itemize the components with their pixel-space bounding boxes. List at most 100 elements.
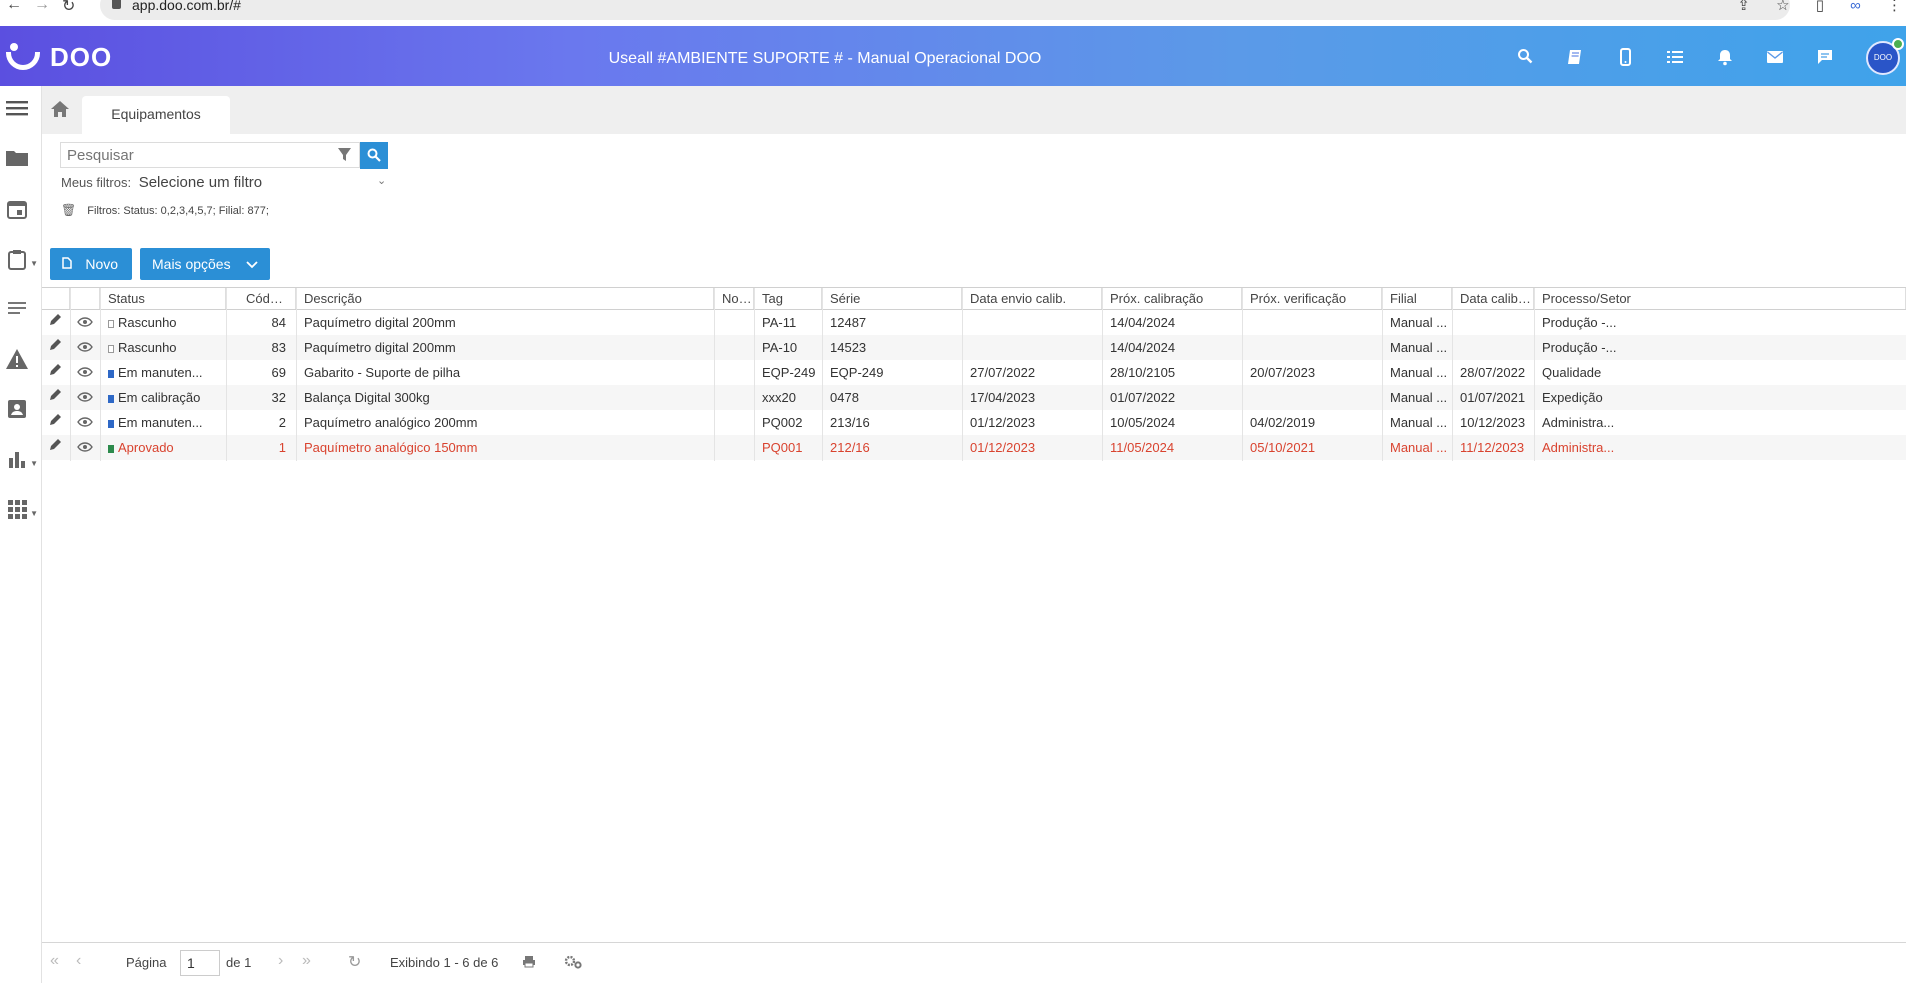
search-icon[interactable] bbox=[1516, 48, 1534, 66]
tab-bar: Equipamentos bbox=[42, 86, 1906, 134]
notes-icon[interactable] bbox=[4, 298, 30, 322]
lock-icon bbox=[112, 0, 121, 9]
address-bar[interactable] bbox=[100, 0, 1790, 20]
cell-serie: 0478 bbox=[822, 385, 962, 410]
edit-icon[interactable] bbox=[42, 385, 70, 410]
contact-card-icon[interactable] bbox=[4, 398, 30, 422]
edit-icon[interactable] bbox=[42, 335, 70, 360]
header-filial[interactable]: Filial bbox=[1382, 288, 1452, 309]
more-options-button[interactable]: Mais opções bbox=[140, 248, 270, 280]
refresh-icon[interactable]: ↻ bbox=[348, 952, 361, 972]
header-prox-calibracao[interactable]: Próx. calibração bbox=[1102, 288, 1242, 309]
star-icon[interactable]: ☆ bbox=[1776, 0, 1789, 14]
cell-status: Em manuten... bbox=[100, 360, 226, 385]
header-data-calibracao[interactable]: Data calibração bbox=[1452, 288, 1534, 309]
eye-icon[interactable] bbox=[70, 360, 100, 385]
filter-icon[interactable] bbox=[337, 147, 353, 163]
cell-envio bbox=[962, 310, 1102, 335]
header-descricao[interactable]: Descrição bbox=[296, 288, 714, 309]
header-prox-verificacao[interactable]: Próx. verificação bbox=[1242, 288, 1382, 309]
page-input[interactable]: 1 bbox=[180, 950, 220, 976]
edit-icon[interactable] bbox=[42, 435, 70, 460]
header-serie[interactable]: Série bbox=[822, 288, 962, 309]
trash-icon[interactable]: 🗑 bbox=[61, 203, 76, 217]
table-row[interactable]: Rascunho83Paquímetro digital 200mmPA-101… bbox=[42, 335, 1906, 360]
column-divider bbox=[714, 288, 715, 461]
last-page-icon[interactable]: » bbox=[302, 952, 311, 970]
bell-icon[interactable] bbox=[1716, 48, 1734, 66]
forward-icon[interactable]: → bbox=[34, 0, 50, 14]
search-button[interactable] bbox=[360, 142, 388, 169]
table-row[interactable]: Aprovado1Paquímetro analógico 150mmPQ001… bbox=[42, 435, 1906, 460]
cell-filial: Manual ... bbox=[1382, 410, 1452, 435]
kebab-menu-icon[interactable]: ⋮ bbox=[1887, 0, 1902, 14]
mail-icon[interactable] bbox=[1766, 48, 1784, 66]
cell-status: Rascunho bbox=[100, 310, 226, 335]
clipboard-icon[interactable]: ▼ bbox=[4, 248, 30, 272]
table-row[interactable]: Rascunho84Paquímetro digital 200mmPA-111… bbox=[42, 310, 1906, 335]
cell-serie: 212/16 bbox=[822, 435, 962, 460]
back-icon[interactable]: ← bbox=[6, 0, 22, 14]
header-data-envio[interactable]: Data envio calib. bbox=[962, 288, 1102, 309]
eye-icon[interactable] bbox=[70, 435, 100, 460]
next-page-icon[interactable]: › bbox=[278, 952, 283, 970]
table-row[interactable]: Em manuten...69Gabarito - Suporte de pil… bbox=[42, 360, 1906, 385]
edit-icon[interactable] bbox=[42, 310, 70, 335]
chart-icon[interactable]: ▼ bbox=[4, 448, 30, 472]
extension-icon[interactable]: ∞ bbox=[1850, 0, 1861, 14]
page-of-label: de 1 bbox=[226, 955, 251, 970]
table-row[interactable]: Em calibração32Balança Digital 300kgxxx2… bbox=[42, 385, 1906, 410]
cell-filial: Manual ... bbox=[1382, 335, 1452, 360]
print-icon[interactable] bbox=[522, 955, 536, 971]
chevron-down-icon[interactable]: ⌄ bbox=[377, 174, 386, 187]
header-notas[interactable]: Notas bbox=[714, 288, 754, 309]
cell-serie: EQP-249 bbox=[822, 360, 962, 385]
menu-icon[interactable] bbox=[4, 98, 30, 122]
cell-envio: 17/04/2023 bbox=[962, 385, 1102, 410]
home-icon[interactable] bbox=[48, 100, 72, 122]
pager: « ‹ Página 1 de 1 › » ↻ Exibindo 1 - 6 d… bbox=[42, 942, 1906, 983]
cell-notas bbox=[714, 310, 754, 335]
cell-descricao: Paquímetro digital 200mm bbox=[296, 310, 714, 335]
chat-icon[interactable] bbox=[1816, 48, 1834, 66]
table-row[interactable]: Em manuten...2Paquímetro analógico 200mm… bbox=[42, 410, 1906, 435]
new-button[interactable]: Novo bbox=[50, 248, 132, 280]
tab-equipamentos[interactable]: Equipamentos bbox=[82, 96, 230, 134]
cell-serie: 14523 bbox=[822, 335, 962, 360]
edit-icon[interactable] bbox=[42, 360, 70, 385]
header-codigo[interactable]: Código bbox=[226, 288, 296, 309]
share-icon[interactable]: ⇪ bbox=[1737, 0, 1750, 14]
cell-tag: xxx20 bbox=[754, 385, 822, 410]
app-header: DOO Useall #AMBIENTE SUPORTE # - Manual … bbox=[0, 26, 1906, 86]
mobile-icon[interactable] bbox=[1616, 48, 1634, 66]
book-icon[interactable] bbox=[1566, 48, 1584, 66]
eye-icon[interactable] bbox=[70, 410, 100, 435]
apps-grid-icon[interactable]: ▼ bbox=[4, 498, 30, 522]
list-icon[interactable] bbox=[1666, 48, 1684, 66]
url-text[interactable]: app.doo.com.br/# bbox=[132, 0, 241, 13]
header-status[interactable]: Status bbox=[100, 288, 226, 309]
header-tag[interactable]: Tag bbox=[754, 288, 822, 309]
prev-page-icon[interactable]: ‹ bbox=[76, 952, 81, 970]
first-page-icon[interactable]: « bbox=[50, 952, 59, 970]
eye-icon[interactable] bbox=[70, 310, 100, 335]
my-filters[interactable]: Meus filtros: Selecione um filtro ⌄ bbox=[61, 174, 262, 191]
sidepanel-icon[interactable]: ▯ bbox=[1816, 0, 1824, 14]
calendar-icon[interactable] bbox=[4, 198, 30, 222]
search-field[interactable] bbox=[60, 142, 360, 168]
header-processo[interactable]: Processo/Setor bbox=[1534, 288, 1906, 309]
reload-icon[interactable]: ↻ bbox=[62, 0, 75, 16]
cell-proxver: 04/02/2019 bbox=[1242, 410, 1382, 435]
cell-tag: PQ001 bbox=[754, 435, 822, 460]
settings-icon[interactable] bbox=[564, 955, 582, 972]
eye-icon[interactable] bbox=[70, 335, 100, 360]
cell-datacal bbox=[1452, 310, 1534, 335]
edit-icon[interactable] bbox=[42, 410, 70, 435]
browser-bar: ← → ↻ app.doo.com.br/# ⇪ ☆ ▯ ∞ ⋮ bbox=[0, 0, 1906, 14]
eye-icon[interactable] bbox=[70, 385, 100, 410]
search-input[interactable] bbox=[61, 143, 321, 167]
my-filters-select[interactable]: Selecione um filtro bbox=[139, 174, 262, 191]
cell-descricao: Gabarito - Suporte de pilha bbox=[296, 360, 714, 385]
warning-icon[interactable] bbox=[4, 348, 30, 372]
folder-icon[interactable] bbox=[4, 148, 30, 172]
